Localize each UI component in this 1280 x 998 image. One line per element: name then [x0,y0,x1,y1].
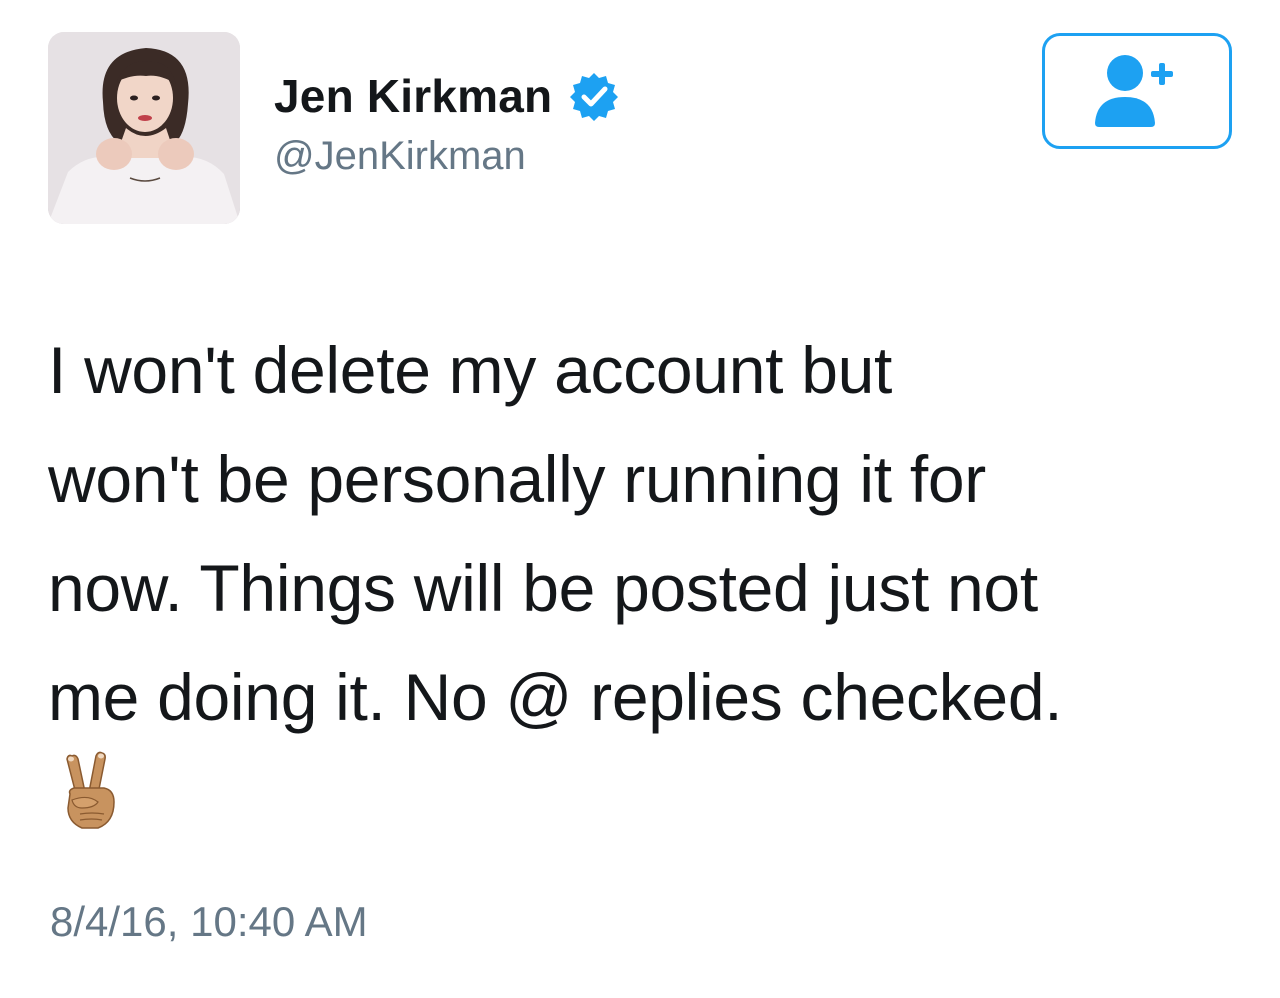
tweet-card: Jen Kirkman @JenKirkman I won't delete m… [0,0,1280,998]
author-name-row: Jen Kirkman [274,68,620,124]
profile-photo-icon [48,32,240,224]
follow-button[interactable] [1042,33,1232,149]
tweet-timestamp[interactable]: 8/4/16, 10:40 AM [50,898,368,946]
tweet-text-line: me doing it. No @ replies checked. [48,660,1063,734]
verified-badge-icon [568,70,620,122]
victory-hand-emoji-icon [58,750,126,832]
tweet-text-line: won't be personally running it for [48,442,986,516]
add-user-icon [1095,55,1173,127]
author-handle[interactable]: @JenKirkman [274,134,526,179]
tweet-text-line: I won't delete my account but [48,333,893,407]
tweet-text: I won't delete my account but won't be p… [48,316,1248,752]
author-avatar[interactable] [48,32,240,224]
author-display-name[interactable]: Jen Kirkman [274,69,552,123]
tweet-text-line: now. Things will be posted just not [48,551,1038,625]
